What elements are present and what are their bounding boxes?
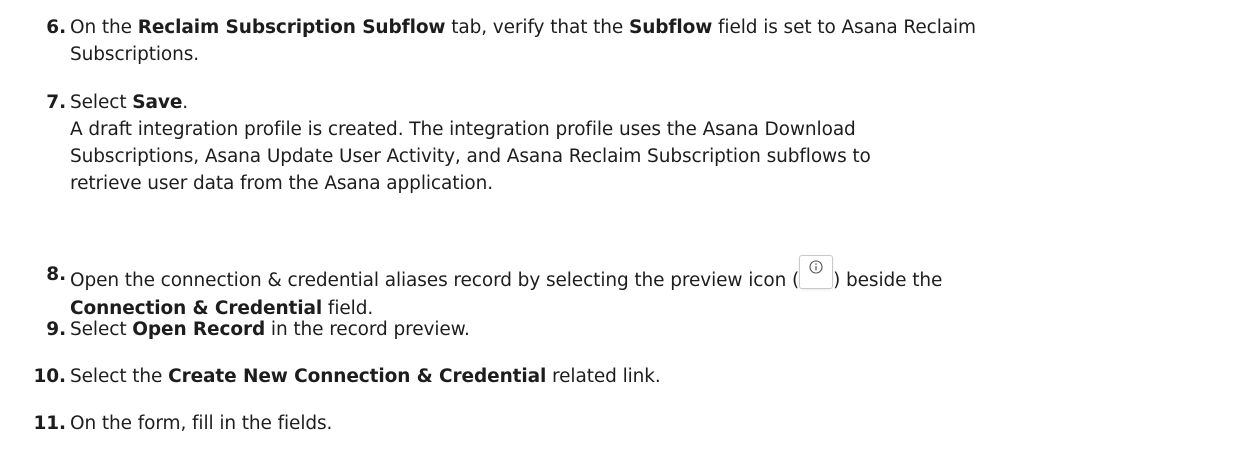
field-name: Subflow: [628, 17, 713, 38]
step-result-line: retrieve user data from the Asana applic…: [70, 173, 494, 194]
step-number: 7.: [46, 92, 66, 113]
button-name: Save: [132, 92, 183, 113]
step-text: On the form, fill in the fields.: [70, 413, 333, 434]
step-text-line-1: Open the connection & credential aliases…: [70, 255, 1238, 295]
procedure-steps: 6. On the Reclaim Subscription Subflow t…: [0, 0, 1243, 461]
tab-name: Reclaim Subscription Subflow: [137, 17, 446, 38]
step-number: 9.: [46, 319, 66, 340]
step-body: Select Save. A draft integration profile…: [70, 89, 1238, 197]
step-body: On the Reclaim Subscription Subflow tab,…: [70, 14, 1238, 68]
step-text-line-1: On the Reclaim Subscription Subflow tab,…: [70, 14, 1238, 41]
step-text: Select: [70, 92, 133, 113]
step-text: Select: [70, 319, 133, 340]
step-text: in the record preview.: [265, 319, 470, 340]
step-number: 11.: [33, 413, 67, 434]
step-number: 8.: [46, 264, 66, 285]
step-result-line: Subscriptions, Asana Update User Activit…: [70, 146, 871, 167]
step-text-line-1: Select Save.: [70, 89, 1238, 116]
step-body: Select the Create New Connection & Crede…: [70, 363, 1238, 390]
link-name: Create New Connection & Credential: [168, 366, 547, 387]
step-number: 6.: [46, 17, 66, 38]
step-text-line-2: Subscriptions.: [70, 41, 1238, 68]
step-body: Select Open Record in the record preview…: [70, 316, 1238, 343]
step-text: Open the connection & credential aliases…: [70, 270, 800, 291]
step-body: On the form, fill in the fields.: [70, 410, 1238, 437]
info-circle-icon-glyph: [809, 260, 823, 274]
step-text: .: [182, 92, 189, 113]
step-text: related link.: [546, 366, 661, 387]
step-text: Select the: [70, 366, 169, 387]
step-text: field is set to Asana Reclaim: [712, 17, 976, 38]
step-text: On the: [70, 17, 138, 38]
step-text-line-1: Select the Create New Connection & Crede…: [70, 363, 1238, 390]
step-number: 10.: [33, 366, 67, 387]
button-name: Open Record: [132, 319, 266, 340]
step-body: Open the connection & credential aliases…: [70, 255, 1238, 322]
info-circle-icon: [799, 255, 834, 289]
step-text: ) beside the: [833, 270, 943, 291]
step-result-line: A draft integration profile is created. …: [70, 119, 856, 140]
step-text: Subscriptions.: [70, 44, 200, 65]
step-text-line-1: On the form, fill in the fields.: [70, 410, 1238, 437]
step-text-line-1: Select Open Record in the record preview…: [70, 316, 1238, 343]
step-text: tab, verify that the: [445, 17, 629, 38]
